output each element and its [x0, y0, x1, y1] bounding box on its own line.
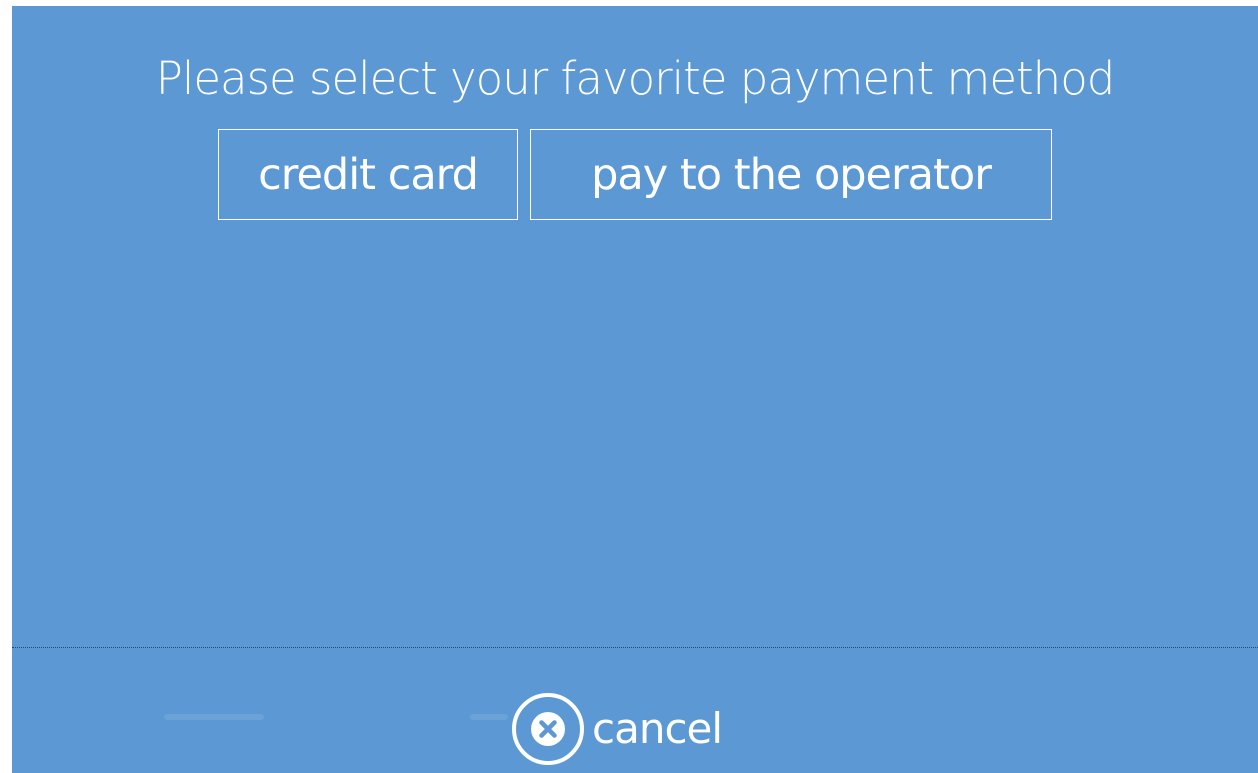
page-title: Please select your favorite payment meth… [155, 52, 1116, 105]
close-circle-icon [512, 693, 584, 765]
credit-card-button[interactable]: credit card [218, 129, 518, 220]
pay-to-operator-button[interactable]: pay to the operator [530, 129, 1052, 220]
cancel-label: cancel [592, 704, 723, 753]
cancel-button[interactable]: cancel [510, 691, 723, 767]
payment-screen: Please select your favorite payment meth… [12, 6, 1258, 773]
payment-options: credit card pay to the operator [12, 129, 1258, 220]
faint-mark [470, 714, 508, 720]
faint-mark [164, 714, 264, 720]
footer-divider [12, 647, 1258, 648]
